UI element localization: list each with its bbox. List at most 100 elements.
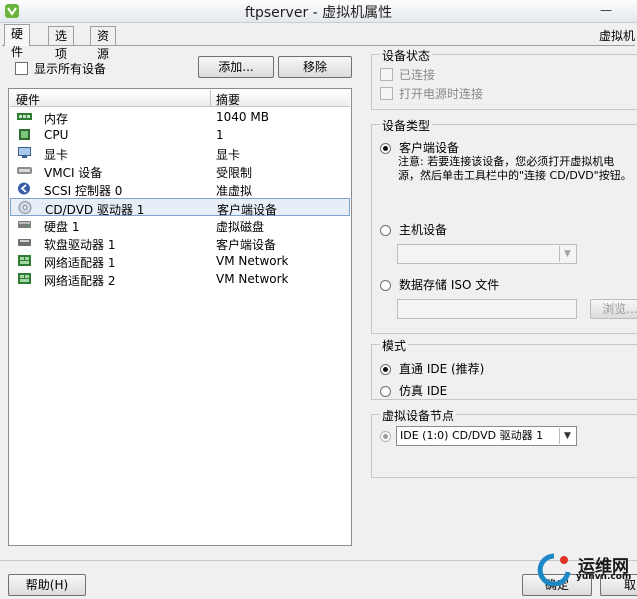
virtual-node-value: IDE (1:0) CD/DVD 驱动器 1: [400, 429, 544, 442]
tab-hardware[interactable]: 硬件: [4, 24, 31, 59]
watermark-text-url: yunvn.com: [576, 572, 632, 582]
table-row[interactable]: 显卡 显卡: [10, 144, 350, 162]
table-row[interactable]: 内存 1040 MB: [10, 108, 350, 126]
row-summary: 1: [216, 128, 224, 142]
client-device-radio[interactable]: [380, 143, 391, 154]
client-device-label: 客户端设备: [399, 141, 460, 155]
row-summary: 虚拟磁盘: [216, 220, 265, 234]
emulate-ide-option[interactable]: 仿真 IDE: [380, 382, 447, 399]
row-name: 显卡: [44, 148, 69, 162]
network-adapter-icon: [18, 273, 31, 284]
row-name: 软盘驱动器 1: [44, 238, 116, 252]
help-button[interactable]: 帮助(H): [8, 574, 86, 596]
virtual-device-node-group: 虚拟设备节点 IDE (1:0) CD/DVD 驱动器 1 ▼: [371, 407, 637, 478]
connect-on-power-label: 打开电源时连接: [399, 87, 484, 101]
column-divider[interactable]: [210, 90, 211, 106]
table-row[interactable]: CPU 1: [10, 126, 350, 144]
mode-group: 模式 直通 IDE (推荐) 仿真 IDE: [371, 337, 637, 400]
cpu-icon: [19, 129, 30, 140]
connect-on-power-checkbox[interactable]: [380, 87, 393, 100]
memory-icon: [17, 113, 32, 120]
iso-file-radio[interactable]: [380, 280, 391, 291]
emulate-ide-label: 仿真 IDE: [399, 384, 448, 398]
table-header: 硬件 摘要: [10, 90, 350, 107]
iso-file-label: 数据存储 ISO 文件: [399, 278, 500, 292]
network-adapter-icon: [18, 255, 31, 266]
row-name: 网络适配器 2: [44, 274, 116, 288]
vm-version-label: 虚拟机: [598, 29, 635, 43]
row-summary: 受限制: [216, 166, 253, 180]
table-row[interactable]: CD/DVD 驱动器 1 客户端设备: [10, 198, 350, 217]
row-name: 硬盘 1: [44, 220, 80, 234]
virtual-node-radio[interactable]: [380, 431, 391, 442]
host-device-label: 主机设备: [399, 223, 448, 237]
tab-resources[interactable]: 资源: [90, 26, 117, 61]
row-summary: VM Network: [216, 254, 289, 268]
row-summary: 1040 MB: [216, 110, 269, 124]
remove-button[interactable]: 移除: [278, 56, 352, 78]
virtual-node-select[interactable]: IDE (1:0) CD/DVD 驱动器 1 ▼: [396, 426, 577, 446]
iso-file-option[interactable]: 数据存储 ISO 文件: [380, 276, 499, 293]
connect-on-power-option[interactable]: 打开电源时连接: [380, 85, 483, 102]
show-all-label: 显示所有设备: [34, 62, 107, 76]
table-row[interactable]: VMCI 设备 受限制: [10, 162, 350, 180]
tab-options[interactable]: 选项: [48, 26, 75, 61]
table-row[interactable]: 硬盘 1 虚拟磁盘: [10, 216, 350, 234]
table-row[interactable]: 网络适配器 1 VM Network: [10, 252, 350, 270]
scsi-icon: [18, 182, 30, 195]
connected-label: 已连接: [399, 68, 436, 82]
browse-button[interactable]: 浏览...: [590, 299, 637, 319]
passthrough-ide-option[interactable]: 直通 IDE (推荐): [380, 360, 484, 377]
hardware-table: 硬件 摘要 内存 1040 MB CPU 1 显卡 显卡 VMCI 设备 受限制…: [8, 88, 352, 546]
connected-option[interactable]: 已连接: [380, 66, 435, 83]
cdrom-icon: [18, 201, 32, 214]
chevron-down-icon[interactable]: ▼: [559, 428, 575, 444]
connected-checkbox[interactable]: [380, 68, 393, 81]
row-summary: 客户端设备: [216, 238, 277, 252]
row-name: 内存: [44, 112, 69, 126]
window-title: ftpserver - 虚拟机属性: [244, 5, 393, 21]
client-note-line2: 源，然后单击工具栏中的"连接 CD/DVD"按钮。: [398, 169, 632, 182]
column-hardware[interactable]: 硬件: [16, 91, 40, 108]
device-type-group: 设备类型 客户端设备 注意: 若要连接该设备，您必须打开虚拟机电 源，然后单击工…: [371, 117, 637, 334]
column-summary[interactable]: 摘要: [216, 91, 240, 108]
client-device-option[interactable]: 客户端设备: [380, 139, 459, 156]
floppy-icon: [18, 239, 31, 246]
show-all-devices[interactable]: 显示所有设备: [15, 60, 106, 77]
row-name: CPU: [44, 128, 69, 142]
emulate-ide-radio[interactable]: [380, 386, 391, 397]
client-note-line1: 注意: 若要连接该设备，您必须打开虚拟机电: [398, 155, 615, 168]
title-bar: ftpserver - 虚拟机属性 —: [0, 0, 637, 23]
virtual-device-node-title: 虚拟设备节点: [380, 407, 457, 424]
table-row[interactable]: 网络适配器 2 VM Network: [10, 270, 350, 288]
device-type-title: 设备类型: [380, 117, 433, 134]
mode-title: 模式: [380, 337, 409, 354]
row-summary: 显卡: [216, 148, 241, 162]
passthrough-ide-label: 直通 IDE (推荐): [399, 362, 485, 376]
chevron-down-icon[interactable]: ▼: [559, 246, 575, 262]
harddisk-icon: [18, 221, 31, 228]
show-all-checkbox[interactable]: [15, 62, 28, 75]
device-status-title: 设备状态: [380, 47, 433, 64]
table-row[interactable]: 软盘驱动器 1 客户端设备: [10, 234, 350, 252]
watermark: 运维网 yunvn.com: [532, 550, 636, 586]
iso-path-input[interactable]: [397, 299, 577, 319]
passthrough-ide-radio[interactable]: [380, 364, 391, 375]
row-name: 网络适配器 1: [44, 256, 116, 270]
host-device-option[interactable]: 主机设备: [380, 221, 447, 238]
tab-divider: [2, 45, 635, 46]
client-device-note: 注意: 若要连接该设备，您必须打开虚拟机电 源，然后单击工具栏中的"连接 CD/…: [398, 155, 632, 183]
row-name: VMCI 设备: [44, 166, 103, 180]
device-status-group: 设备状态 已连接 打开电源时连接: [371, 47, 637, 110]
host-device-select[interactable]: ▼: [397, 244, 577, 264]
watermark-logo-icon: [537, 553, 571, 586]
row-summary: VM Network: [216, 272, 289, 286]
row-name: SCSI 控制器 0: [44, 184, 123, 198]
add-button[interactable]: 添加...: [198, 56, 274, 78]
host-device-radio[interactable]: [380, 225, 391, 236]
vmci-icon: [17, 167, 32, 174]
display-icon: [18, 147, 31, 158]
row-summary: 准虚拟: [216, 184, 253, 198]
minimize-icon[interactable]: —: [595, 2, 617, 18]
table-row[interactable]: SCSI 控制器 0 准虚拟: [10, 180, 350, 198]
